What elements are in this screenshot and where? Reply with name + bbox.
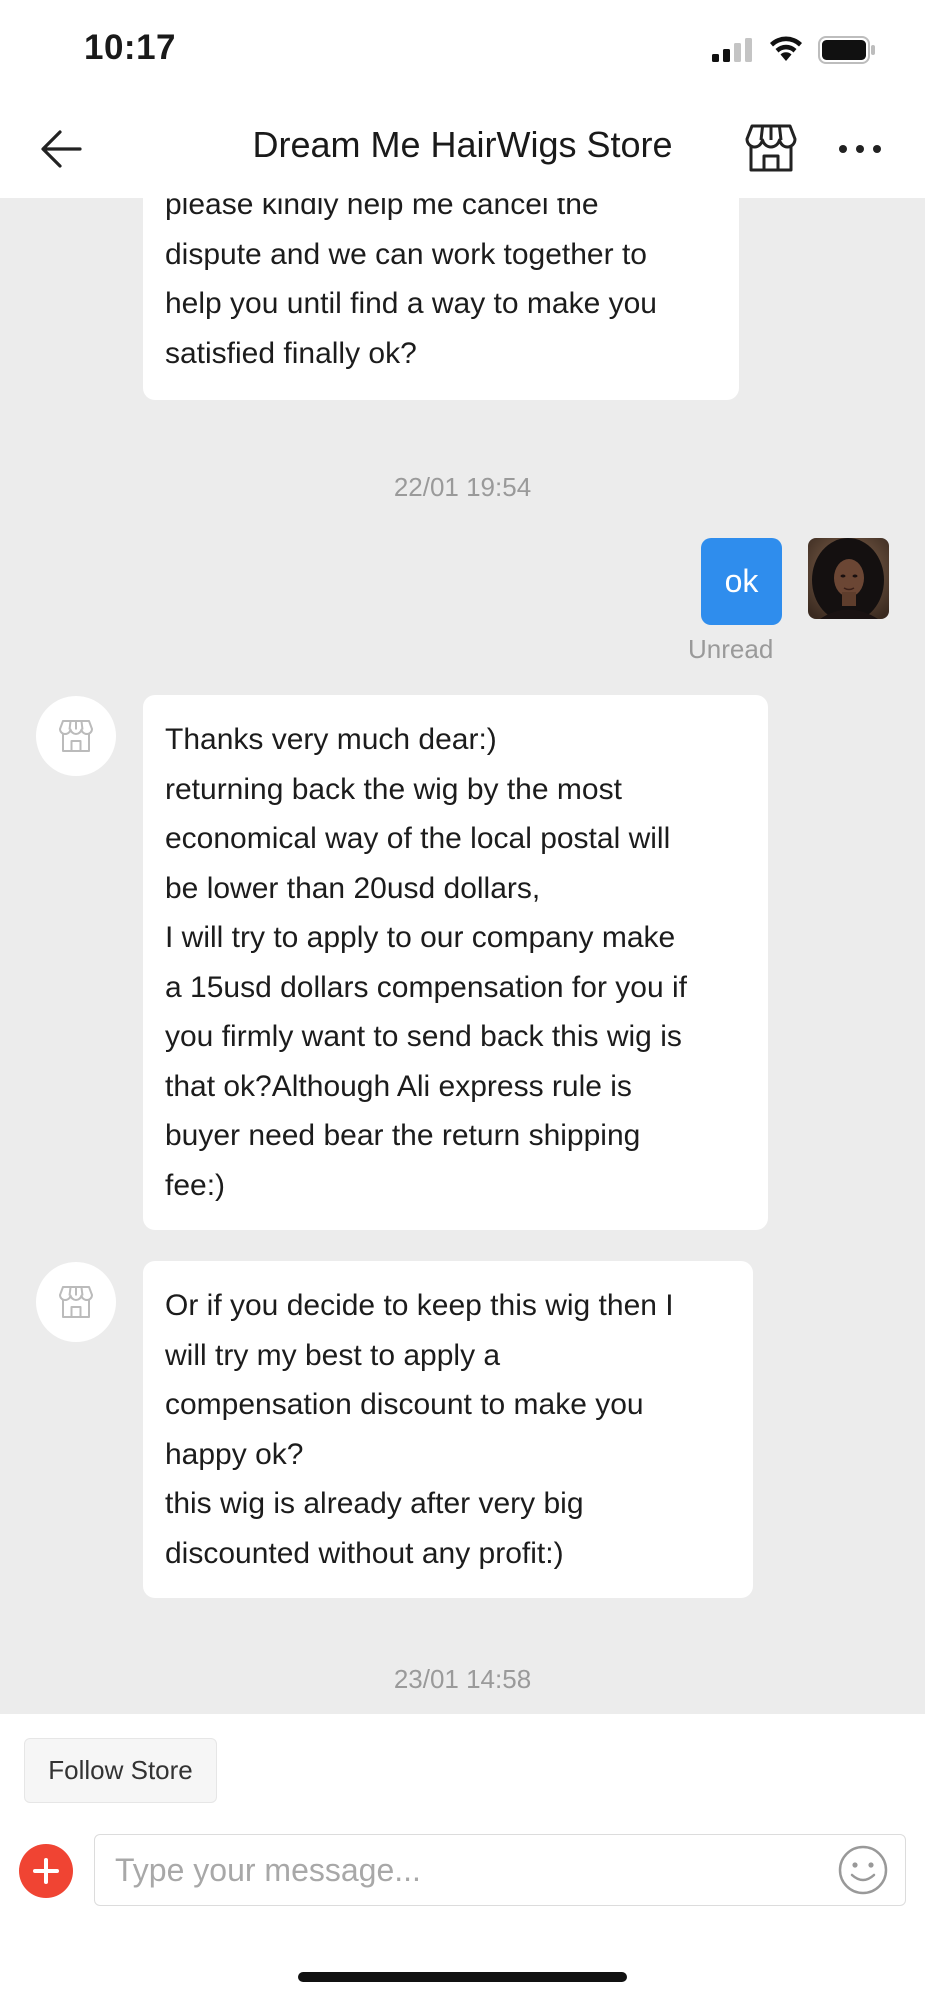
status-bar: 10:17 (0, 0, 925, 100)
message-composer: Follow Store (0, 1714, 925, 2000)
message-input[interactable] (115, 1835, 815, 1905)
store-message-bubble[interactable]: Or if you decide to keep this wig then I… (143, 1261, 753, 1598)
chat-messages[interactable]: please kindly help me cancel the dispute… (0, 198, 925, 1714)
battery-icon (818, 36, 875, 64)
message-timestamp: 22/01 19:54 (393, 472, 532, 502)
chat-header: Dream Me HairWigs Store (0, 100, 925, 198)
smiley-icon[interactable] (836, 1843, 890, 1897)
read-status: Unread (688, 634, 774, 664)
message-timestamp: 23/01 14:58 (393, 1664, 532, 1694)
cellular-signal-icon (712, 38, 752, 62)
status-time: 10:17 (84, 28, 177, 67)
store-avatar-icon (59, 1286, 93, 1318)
store-avatar[interactable] (36, 696, 116, 776)
store-title: Dream Me HairWigs Store (252, 124, 673, 165)
follow-store-button[interactable]: Follow Store (24, 1738, 217, 1803)
store-avatar-icon (59, 720, 93, 752)
user-avatar-image (808, 538, 889, 619)
my-message-bubble[interactable]: ok (701, 538, 782, 625)
store-avatar[interactable] (36, 1262, 116, 1342)
plus-circle-icon[interactable] (19, 1844, 73, 1898)
storefront-icon[interactable] (744, 122, 798, 174)
store-message-bubble[interactable]: Thanks very much dear:) returning back t… (143, 695, 768, 1230)
back-arrow-icon[interactable] (36, 126, 86, 172)
user-avatar[interactable] (808, 538, 889, 619)
store-message-bubble[interactable]: please kindly help me cancel the dispute… (143, 198, 739, 400)
wifi-icon (770, 36, 802, 61)
more-options-icon[interactable] (836, 134, 884, 164)
message-input-box[interactable] (94, 1834, 906, 1906)
home-indicator (298, 1972, 627, 1982)
